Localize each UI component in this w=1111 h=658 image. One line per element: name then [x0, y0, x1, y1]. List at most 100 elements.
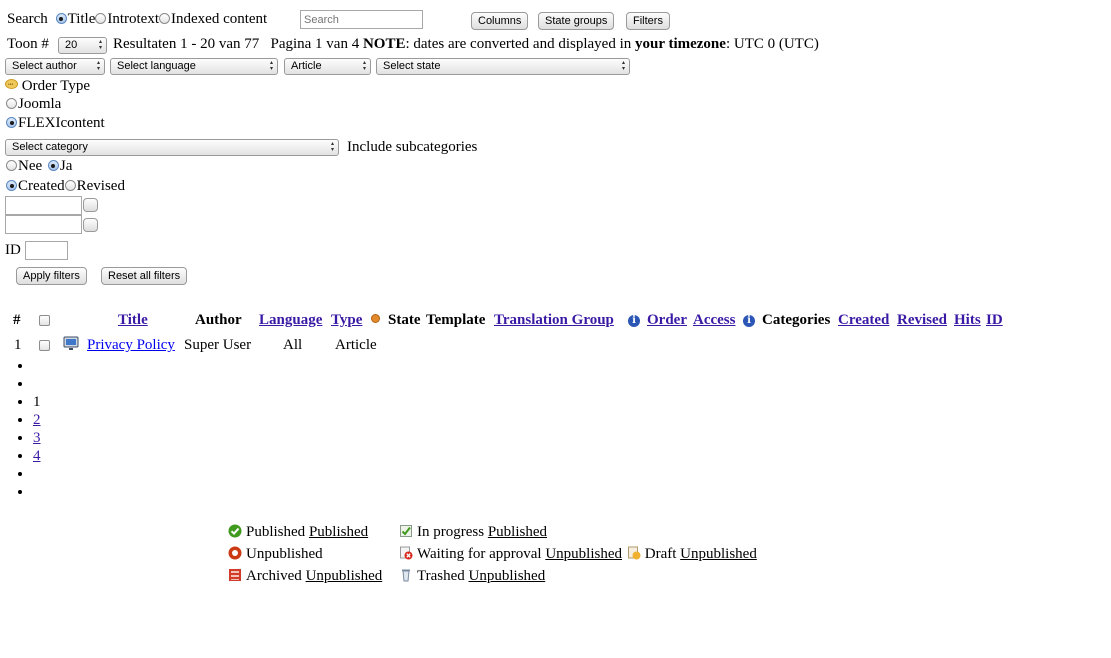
in-progress-icon [400, 525, 412, 537]
unpublished-icon [228, 546, 242, 560]
row-language: All [283, 337, 303, 353]
category-select[interactable]: Select category [5, 139, 339, 156]
date-revised-label: Revised [76, 178, 125, 194]
page-indicator: Pagina 1 van 4 [270, 36, 360, 52]
row-num: 1 [14, 337, 22, 353]
row-type: Article [335, 337, 377, 353]
search-scope-introtext-radio[interactable] [95, 13, 107, 24]
apply-filters-button[interactable]: Apply filters [16, 267, 87, 285]
date-revised-radio[interactable] [64, 180, 76, 191]
date-to-input[interactable] [5, 215, 82, 234]
col-language-header[interactable]: Language [259, 311, 322, 329]
pagination-item[interactable] [33, 357, 41, 375]
date-created-radio[interactable] [6, 180, 17, 191]
state-groups-button[interactable]: State groups [538, 12, 615, 30]
search-scope-indexed-label: Indexed content [171, 11, 268, 27]
order-joomla-option: Joomla [6, 95, 61, 113]
search-scope-indexed-radio[interactable] [159, 13, 171, 24]
order-type-icon: ••• [5, 79, 18, 89]
monitor-icon [63, 336, 79, 356]
col-hits-header[interactable]: Hits [954, 311, 981, 329]
in-progress-link[interactable]: Published [488, 524, 547, 540]
pagination-item-4[interactable]: 4 [33, 447, 41, 465]
paging-info: Resultaten 1 - 20 van 77 Pagina 1 van 4 … [113, 35, 819, 53]
col-id-header[interactable]: ID [986, 311, 1003, 329]
subcat-nee-label: Nee [18, 158, 43, 174]
subcat-ja-label: Ja [59, 158, 73, 174]
archived-icon [229, 569, 241, 581]
per-page-select[interactable]: 20 [58, 37, 107, 54]
col-access-header[interactable]: Access [693, 311, 735, 329]
col-type-header[interactable]: Type [331, 311, 362, 329]
col-order-header[interactable]: Order [647, 311, 687, 329]
subcat-ja-radio[interactable] [47, 160, 59, 171]
legend-trashed: Trashed Unpublished [399, 567, 545, 585]
legend-published: Published Published [228, 523, 368, 541]
trashed-link[interactable]: Unpublished [469, 568, 546, 584]
order-joomla-label: Joomla [18, 96, 62, 112]
language-select[interactable]: Select language [110, 58, 278, 75]
filters-button[interactable]: Filters [626, 12, 670, 30]
trash-icon [402, 569, 410, 582]
pagination-item[interactable] [33, 483, 41, 501]
order-flexicontent-radio[interactable] [6, 117, 17, 128]
reset-filters-button[interactable]: Reset all filters [101, 267, 188, 285]
id-filter-input[interactable] [25, 241, 68, 260]
col-categories-header: Categories [762, 312, 831, 328]
col-revised-header[interactable]: Revised [897, 311, 947, 329]
search-scope-introtext-label: Introtext [107, 11, 160, 27]
draft-link[interactable]: Unpublished [680, 546, 757, 562]
show-label: Toon # [7, 36, 49, 52]
date-to-calendar-button[interactable] [83, 218, 98, 232]
waiting-link[interactable]: Unpublished [545, 546, 622, 562]
date-from-calendar-button[interactable] [83, 198, 98, 212]
type-select[interactable]: Article [284, 58, 371, 75]
include-subcategories-label: Include subcategories [347, 139, 478, 155]
row-select-checkbox[interactable] [39, 340, 50, 351]
published-link[interactable]: Published [309, 524, 368, 540]
order-type-label: Order Type [21, 78, 90, 94]
pagination-item[interactable] [33, 375, 41, 393]
order-flexicontent-label: FLEXIcontent [18, 115, 105, 131]
pagination-item[interactable] [33, 465, 41, 483]
translation-group-info-icon[interactable]: i [628, 311, 640, 329]
legend-archived: Archived Unpublished [228, 567, 382, 585]
order-joomla-radio[interactable] [6, 98, 17, 109]
row-title-link[interactable]: Privacy Policy [87, 336, 175, 354]
search-scope-title-label: Title [67, 11, 96, 27]
col-state-header: State [388, 312, 421, 328]
order-dot-icon [371, 310, 380, 328]
row-author: Super User [184, 337, 252, 353]
search-row: Search Title Introtext Indexed content [7, 10, 267, 28]
pagination-item-1: 1 [33, 393, 41, 411]
results-count: Resultaten 1 - 20 van 77 [113, 36, 260, 52]
draft-icon [627, 546, 641, 560]
legend-waiting: Waiting for approval Unpublished Draft U… [399, 545, 757, 563]
select-all-checkbox[interactable] [39, 315, 50, 326]
pagination-item-2[interactable]: 2 [33, 411, 41, 429]
subcat-nee-radio[interactable] [6, 160, 17, 171]
col-translation-group-header[interactable]: Translation Group [494, 311, 614, 329]
date-type-options: Created Revised [6, 177, 125, 195]
timezone-value: : UTC 0 (UTC) [725, 36, 819, 52]
col-created-header[interactable]: Created [838, 311, 889, 329]
search-label: Search [7, 11, 48, 27]
col-title-header[interactable]: Title [118, 311, 148, 329]
note-text: : dates are converted and displayed in [405, 36, 632, 52]
col-num-header: # [13, 312, 21, 328]
date-created-label: Created [18, 178, 65, 194]
access-info-icon[interactable]: i [743, 311, 755, 329]
order-type-heading: ••• Order Type [5, 77, 90, 95]
timezone-label: your timezone [634, 36, 726, 52]
columns-button[interactable]: Columns [471, 12, 529, 30]
note-label: NOTE [362, 36, 406, 52]
search-input[interactable] [300, 10, 423, 29]
search-scope-title-radio[interactable] [55, 13, 67, 24]
state-select[interactable]: Select state [376, 58, 630, 75]
col-author-header: Author [195, 312, 242, 328]
archived-link[interactable]: Unpublished [306, 568, 383, 584]
pagination-item-3[interactable]: 3 [33, 429, 41, 447]
published-check-icon [228, 524, 242, 538]
date-from-input[interactable] [5, 196, 82, 215]
author-select[interactable]: Select author [5, 58, 105, 75]
